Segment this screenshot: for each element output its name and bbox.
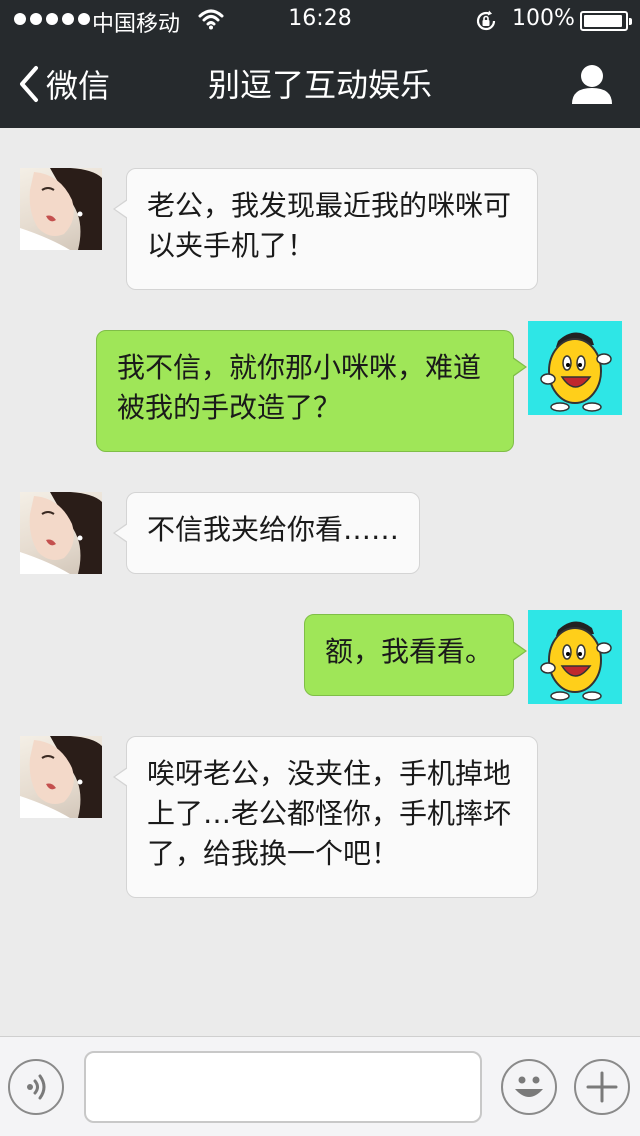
message-line: 额，我看看。 [325,635,494,668]
yellow-bean-cartoon-icon [540,332,612,412]
top-bar: 中国移动 16:28 100% 微信 别逗了互动娱乐 [0,0,640,128]
voice-icon [27,1074,46,1100]
girl-photo-icon [20,736,102,818]
message-line: 被我的手改造了？ [117,391,342,424]
message-bubble[interactable]: 唉呀老公，没夹住，手机掉地 上了…老公都怪你，手机摔坏 了，给我换一个吧！ [113,736,538,898]
person-icon[interactable] [570,62,614,106]
input-bar [0,1036,640,1136]
voice-button[interactable] [8,1059,64,1115]
status-bar: 中国移动 16:28 100% [0,0,640,40]
rotation-lock-icon [476,10,496,31]
battery-icon [580,11,632,31]
message-line: 我不信，就你那小咪咪，难道 [117,351,482,384]
message-line: 老公，我发现最近我的咪咪可 [147,189,512,222]
avatar-cartoon[interactable] [528,321,622,415]
message-line: 了，给我换一个吧！ [147,837,400,870]
message-bubble[interactable]: 老公，我发现最近我的咪咪可 以夹手机了！ [113,168,538,290]
message-input[interactable] [84,1051,482,1123]
girl-photo-icon [20,168,102,250]
message-bubble[interactable]: 额，我看看。 [304,614,527,696]
chat-title: 别逗了互动娱乐 [207,66,432,104]
message-bubble[interactable]: 不信我夹给你看…… [113,492,420,574]
yellow-bean-cartoon-icon [540,621,612,701]
emoji-button[interactable] [501,1059,557,1115]
message-line: 上了…老公都怪你，手机摔坏 [147,797,512,830]
more-button[interactable] [574,1059,630,1115]
message-line: 以夹手机了！ [147,229,316,262]
girl-photo-icon [20,492,102,574]
message-line: 不信我夹给你看…… [147,513,400,546]
message-line: 唉呀老公，没夹住，手机掉地 [147,757,512,790]
avatar-cartoon[interactable] [528,610,622,704]
plus-icon [586,1071,618,1103]
smiley-icon [515,1076,543,1097]
avatar-girl[interactable] [20,736,102,818]
battery-percent: 100% [512,6,575,31]
avatar-girl[interactable] [20,492,102,574]
avatar-girl[interactable] [20,168,102,250]
message-bubble[interactable]: 我不信，就你那小咪咪，难道 被我的手改造了？ [96,330,527,452]
